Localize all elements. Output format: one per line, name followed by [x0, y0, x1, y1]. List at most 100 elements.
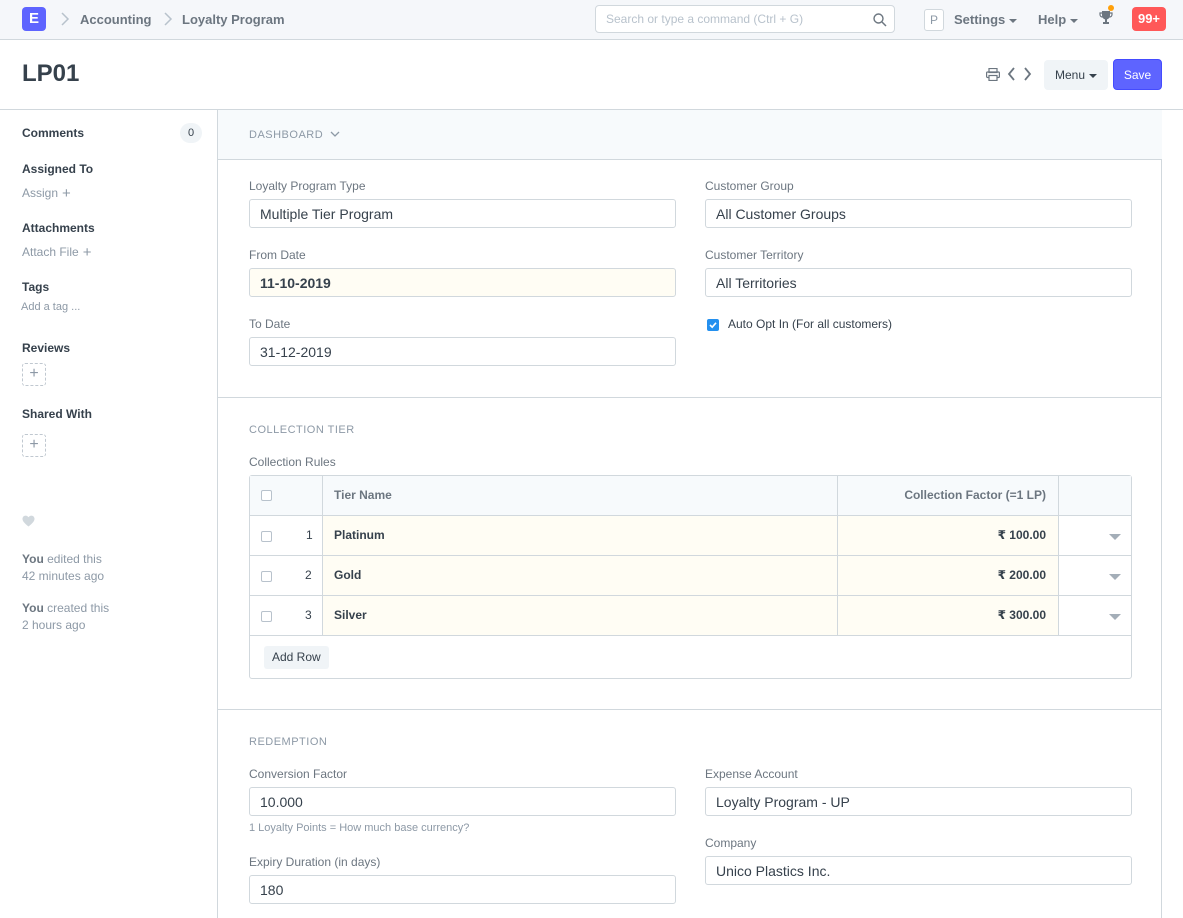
section-divider	[218, 397, 1162, 398]
settings-dropdown[interactable]: Settings	[954, 12, 1018, 27]
attachments-label: Attachments	[22, 221, 95, 235]
notification-badge[interactable]: 99+	[1132, 7, 1166, 31]
row-dropdown-icon[interactable]	[1109, 534, 1121, 540]
column-divider	[837, 556, 838, 596]
add-share-button[interactable]: +	[22, 434, 46, 457]
row-checkbox[interactable]	[261, 611, 272, 622]
settings-label: Settings	[954, 12, 1006, 27]
dashboard-section[interactable]: DASHBOARD	[218, 110, 1162, 160]
from-date-label: From Date	[249, 248, 306, 262]
collection-factor-cell[interactable]: ₹ 300.00	[998, 608, 1046, 622]
expiry-duration-label: Expiry Duration (in days)	[249, 855, 381, 869]
menu-button[interactable]: Menu	[1044, 60, 1108, 90]
app-logo[interactable]: E	[22, 7, 46, 31]
collection-factor-cell[interactable]: ₹ 100.00	[998, 528, 1046, 542]
plus-icon: +	[29, 365, 39, 382]
expense-account-input[interactable]: Loyalty Program - UP	[705, 787, 1132, 816]
collection-rules-label: Collection Rules	[249, 455, 336, 469]
assign-link[interactable]: Assign +	[22, 185, 71, 202]
caret-down-icon	[1070, 18, 1079, 23]
next-icon[interactable]	[1023, 67, 1032, 81]
column-divider	[837, 596, 838, 636]
from-date-input[interactable]: 11-10-2019	[249, 268, 676, 297]
plus-icon: +	[29, 436, 39, 453]
trophy-icon[interactable]	[1099, 10, 1113, 26]
comments-label: Comments	[22, 126, 85, 140]
collection-rules-table: Tier Name Collection Factor (=1 LP) 1 Pl…	[249, 475, 1132, 679]
page-title: LP01	[22, 60, 80, 87]
table-row[interactable]: 2 Gold ₹ 200.00	[250, 556, 1131, 596]
activity-time: 2 hours ago	[22, 618, 86, 632]
assign-label: Assign	[22, 186, 59, 200]
activity-item: You created this 2 hours ago	[22, 600, 109, 634]
column-divider	[1058, 476, 1059, 516]
loyalty-program-type-select[interactable]: Multiple Tier Program	[249, 199, 676, 228]
search-icon[interactable]	[872, 12, 888, 28]
activity-action: edited this	[43, 552, 102, 566]
add-review-button[interactable]: +	[22, 363, 46, 386]
breadcrumb-accounting[interactable]: Accounting	[80, 12, 152, 27]
navbar: E Accounting Loyalty Program P Settings …	[0, 0, 1183, 40]
attach-file-link[interactable]: Attach File +	[22, 244, 91, 261]
table-row[interactable]: 3 Silver ₹ 300.00	[250, 596, 1131, 636]
collection-tier-title: COLLECTION TIER	[249, 424, 355, 436]
activity-action: created this	[43, 601, 110, 615]
select-all-checkbox[interactable]	[261, 490, 272, 501]
chevron-right-icon	[61, 12, 70, 26]
reviews-label: Reviews	[22, 341, 71, 355]
column-divider	[322, 596, 323, 636]
menu-label: Menu	[1054, 68, 1086, 82]
row-index: 1	[306, 528, 313, 542]
check-icon	[709, 322, 717, 329]
customer-territory-input[interactable]: All Territories	[705, 268, 1132, 297]
conversion-factor-label: Conversion Factor	[249, 767, 348, 781]
heart-icon[interactable]	[22, 515, 35, 527]
company-input[interactable]: Unico Plastics Inc.	[705, 856, 1132, 885]
table-row[interactable]: 1 Platinum ₹ 100.00	[250, 516, 1131, 556]
row-dropdown-icon[interactable]	[1109, 574, 1121, 580]
row-checkbox[interactable]	[261, 531, 272, 542]
expiry-duration-input[interactable]: 180	[249, 875, 676, 904]
company-label: Company	[705, 836, 757, 850]
assigned-to-label: Assigned To	[22, 162, 94, 176]
loyalty-program-type-label: Loyalty Program Type	[249, 179, 366, 193]
add-row-button[interactable]: Add Row	[264, 646, 329, 669]
customer-group-input[interactable]: All Customer Groups	[705, 199, 1132, 228]
collection-factor-cell[interactable]: ₹ 200.00	[998, 568, 1046, 582]
comments-count: 0	[180, 123, 202, 143]
section-divider	[218, 709, 1162, 710]
caret-down-icon	[1089, 73, 1098, 78]
column-divider	[322, 516, 323, 556]
chevron-right-icon	[164, 12, 173, 26]
shared-with-label: Shared With	[22, 407, 92, 421]
print-icon[interactable]	[986, 68, 1000, 81]
add-tag-link[interactable]: Add a tag ...	[21, 301, 80, 313]
notification-dot	[1108, 5, 1114, 11]
tier-name-cell[interactable]: Gold	[334, 568, 361, 582]
row-highlight	[323, 556, 837, 595]
help-dropdown[interactable]: Help	[1038, 12, 1079, 27]
tier-name-cell[interactable]: Silver	[334, 608, 367, 622]
tier-name-cell[interactable]: Platinum	[334, 528, 385, 542]
user-avatar[interactable]: P	[924, 9, 944, 31]
search-input[interactable]	[596, 6, 856, 32]
save-button[interactable]: Save	[1113, 59, 1162, 90]
auto-opt-in-label[interactable]: Auto Opt In (For all customers)	[728, 317, 892, 331]
previous-icon[interactable]	[1007, 67, 1016, 81]
row-highlight	[323, 516, 837, 555]
row-checkbox[interactable]	[261, 571, 272, 582]
dashboard-label: DASHBOARD	[249, 129, 324, 141]
to-date-label: To Date	[249, 317, 291, 331]
activity-time: 42 minutes ago	[22, 569, 105, 583]
to-date-input[interactable]: 31-12-2019	[249, 337, 676, 366]
conversion-factor-input[interactable]: 10.000	[249, 787, 676, 816]
plus-icon: +	[82, 244, 92, 261]
row-dropdown-icon[interactable]	[1109, 614, 1121, 620]
row-index: 2	[305, 568, 312, 582]
tags-label: Tags	[22, 280, 50, 294]
redemption-title: REDEMPTION	[249, 736, 328, 748]
activity-user: You	[22, 552, 44, 566]
column-divider	[322, 556, 323, 596]
auto-opt-in-checkbox[interactable]	[707, 319, 719, 331]
breadcrumb-loyalty-program[interactable]: Loyalty Program	[182, 12, 285, 27]
